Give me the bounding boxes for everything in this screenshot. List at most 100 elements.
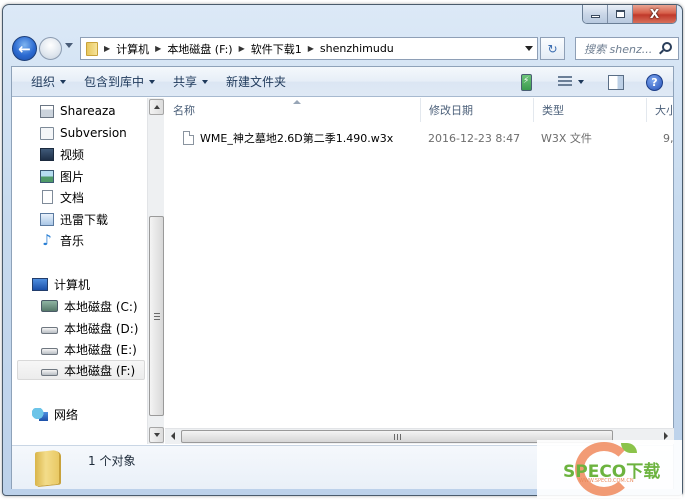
nav-item-xunlei-downloads[interactable]: 迅雷下载: [40, 209, 108, 229]
breadcrumb-current-folder[interactable]: shenzhimudu: [320, 42, 394, 55]
share-label: 共享: [173, 75, 198, 89]
maximize-button[interactable]: [608, 5, 633, 23]
nav-item-drive-f[interactable]: 本地磁盘 (F:): [17, 360, 145, 380]
search-placeholder: 搜索 shenz...: [584, 42, 653, 56]
music-icon: ♪: [42, 230, 52, 249]
nav-item-label: 本地磁盘 (E:): [64, 342, 137, 357]
system-drive-icon: [41, 300, 58, 312]
forward-button[interactable]: [39, 37, 62, 60]
nav-item-videos[interactable]: 视频: [40, 144, 84, 164]
nav-item-music[interactable]: ♪ 音乐: [40, 230, 84, 250]
column-header-label: 名称: [173, 104, 195, 117]
search-input[interactable]: 搜索 shenz...: [575, 37, 679, 60]
nav-item-pictures[interactable]: 图片: [40, 166, 84, 186]
nav-item-drive-c[interactable]: 本地磁盘 (C:): [41, 296, 138, 316]
column-header-name[interactable]: 名称: [165, 98, 420, 122]
chevron-down-icon[interactable]: [578, 80, 584, 84]
breadcrumb-chevron-icon[interactable]: ▶: [239, 44, 245, 53]
nav-item-network[interactable]: 网络: [32, 404, 78, 424]
file-name: WME_神之墓地2.6D第二季1.490.w3x: [200, 132, 394, 145]
search-icon[interactable]: [662, 42, 672, 52]
breadcrumb-computer[interactable]: 计算机: [116, 41, 149, 57]
organize-label: 组织: [31, 75, 56, 89]
picture-icon: [40, 169, 54, 183]
back-arrow-icon: ←: [18, 39, 31, 58]
navigation-bar: ← ▶ 计算机 ▶ 本地磁盘 (F:) ▶ 软件下载1 ▶ shenzhimud…: [3, 32, 682, 62]
breadcrumb-chevron-icon[interactable]: ▶: [308, 44, 314, 53]
folder-icon: [35, 449, 59, 487]
drive-icon: [41, 347, 58, 355]
nav-item-label: 本地磁盘 (C:): [64, 299, 138, 314]
help-icon[interactable]: ?: [646, 73, 663, 91]
nav-item-drive-d[interactable]: 本地磁盘 (D:): [41, 318, 138, 338]
command-bar: 组织 包含到库中 共享 新建文件夹 ?: [12, 67, 673, 97]
close-icon: X: [649, 7, 660, 21]
item-count: 1 个对象: [88, 454, 136, 468]
column-header-size[interactable]: 大小: [647, 98, 674, 122]
nav-item-label: 计算机: [54, 277, 91, 292]
chevron-down-icon: [60, 79, 67, 84]
document-icon: [42, 190, 53, 204]
address-dropdown-icon[interactable]: [525, 46, 533, 51]
nav-item-label: 视频: [60, 147, 85, 162]
toolbar-right-group: ?: [521, 67, 673, 97]
address-bar[interactable]: ▶ 计算机 ▶ 本地磁盘 (F:) ▶ 软件下载1 ▶ shenzhimudu: [80, 37, 538, 60]
nav-item-label: 文档: [60, 190, 85, 205]
grip-icon: [393, 433, 401, 440]
navigation-pane: Shareaza Subversion 视频 图片 文档 迅雷下载 ♪ 音乐 计…: [12, 98, 147, 444]
breadcrumb-software-download[interactable]: 软件下载1: [251, 41, 302, 57]
include-in-library-menu[interactable]: 包含到库中: [84, 73, 156, 90]
refresh-button[interactable]: ↻: [540, 37, 565, 60]
view-options-icon[interactable]: [558, 76, 572, 88]
scroll-left-icon[interactable]: [171, 432, 175, 440]
scroll-right-icon[interactable]: [664, 432, 668, 440]
nav-item-drive-e[interactable]: 本地磁盘 (E:): [41, 339, 137, 359]
nav-item-documents[interactable]: 文档: [40, 187, 84, 207]
nav-item-label: 本地磁盘 (F:): [64, 363, 136, 378]
navigation-pane-scrollbar[interactable]: [147, 98, 164, 444]
breadcrumb-drive-f[interactable]: 本地磁盘 (F:): [167, 41, 232, 57]
column-header-type[interactable]: 类型: [534, 98, 646, 122]
share-menu[interactable]: 共享: [173, 73, 209, 90]
svn-icon: [40, 126, 54, 140]
video-icon: [40, 147, 54, 161]
file-row[interactable]: WME_神之墓地2.6D第二季1.490.w3x 2016-12-23 8:47…: [165, 128, 674, 148]
phone-sync-icon[interactable]: [521, 73, 532, 91]
scroll-up-button[interactable]: [149, 99, 164, 115]
organize-menu[interactable]: 组织: [31, 73, 67, 90]
recent-pages-dropdown[interactable]: [65, 43, 73, 48]
network-icon: [32, 407, 48, 421]
column-header-label: 类型: [542, 104, 564, 117]
caption-buttons: X: [582, 5, 677, 24]
nav-item-label: 音乐: [60, 233, 85, 248]
minimize-button[interactable]: [583, 5, 608, 23]
column-header-label: 修改日期: [429, 104, 473, 117]
refresh-icon: ↻: [547, 41, 558, 56]
nav-item-label: 图片: [60, 169, 85, 184]
nav-item-label: Subversion: [60, 126, 127, 140]
drive-icon: [41, 368, 58, 376]
nav-item-subversion[interactable]: Subversion: [40, 123, 127, 143]
file-icon: [183, 131, 194, 145]
xunlei-icon: [40, 212, 54, 226]
client-area: 组织 包含到库中 共享 新建文件夹 ?: [11, 66, 674, 489]
column-header-modified[interactable]: 修改日期: [421, 98, 533, 122]
nav-item-label: 迅雷下载: [60, 212, 109, 227]
file-type-cell: W3X 文件: [541, 132, 592, 145]
folder-icon: [86, 41, 98, 56]
back-button[interactable]: ←: [12, 36, 37, 61]
close-button[interactable]: X: [633, 5, 676, 23]
breadcrumb-chevron-icon[interactable]: ▶: [104, 44, 110, 53]
scroll-down-button[interactable]: [149, 427, 164, 443]
scrollbar-thumb[interactable]: [149, 216, 164, 416]
chevron-down-icon: [153, 433, 160, 437]
file-list: 名称 修改日期 类型 大小 WME_神之墓地2.6D第二季1.490.w3x 2…: [165, 98, 674, 428]
new-folder-button[interactable]: 新建文件夹: [226, 73, 286, 90]
preview-pane-icon[interactable]: [608, 74, 624, 90]
computer-icon: [32, 277, 48, 291]
drive-icon: [41, 326, 58, 334]
nav-item-computer[interactable]: 计算机: [32, 274, 90, 294]
nav-item-shareaza[interactable]: Shareaza: [40, 101, 116, 121]
file-modified-cell: 2016-12-23 8:47: [428, 131, 521, 145]
breadcrumb-chevron-icon[interactable]: ▶: [155, 44, 161, 53]
